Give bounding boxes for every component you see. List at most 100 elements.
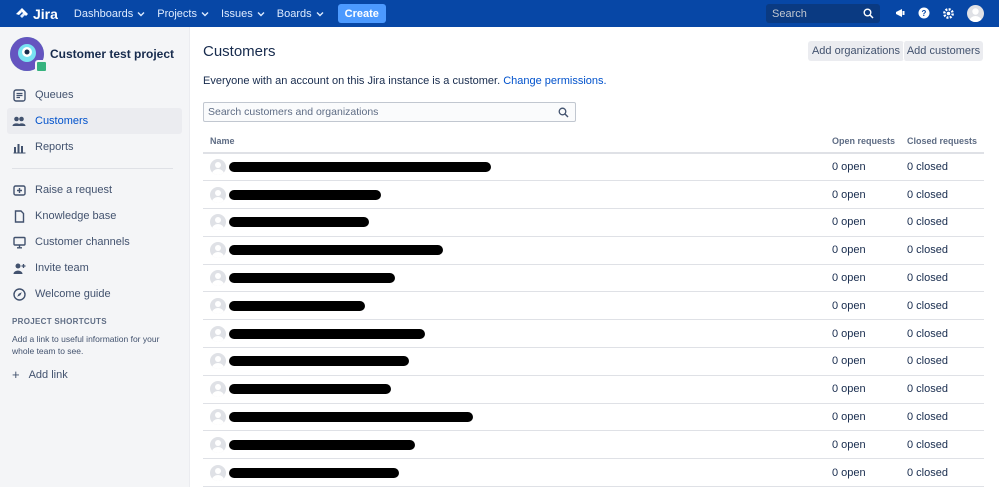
open-requests-cell: 0 open	[825, 403, 900, 432]
customer-avatar-icon	[210, 409, 226, 426]
table-row[interactable]: 0 open 0 closed	[203, 403, 984, 432]
customer-name-cell[interactable]	[203, 430, 825, 460]
settings-icon[interactable]	[941, 6, 955, 20]
create-button[interactable]: Create	[337, 4, 386, 23]
column-header-name[interactable]: Name	[203, 130, 825, 154]
nav-issues[interactable]: Issues	[221, 0, 265, 27]
customer-name-cell[interactable]	[203, 208, 825, 237]
nav-boards[interactable]: Boards	[277, 0, 324, 27]
user-avatar[interactable]	[967, 5, 984, 22]
table-row[interactable]: 0 open 0 closed	[203, 180, 984, 210]
customer-name-cell[interactable]	[203, 347, 825, 376]
customer-name-cell[interactable]	[203, 264, 825, 293]
closed-requests-cell: 0 closed	[900, 180, 984, 210]
customer-name	[210, 381, 825, 398]
table-row[interactable]: 0 open 0 closed	[203, 375, 984, 404]
search-placeholder: Search	[772, 7, 807, 20]
help-icon[interactable]: ?	[917, 6, 931, 20]
nav-label: Issues	[221, 7, 253, 20]
table-row[interactable]: 0 open 0 closed	[203, 347, 984, 376]
closed-requests-cell: 0 closed	[900, 208, 984, 237]
open-requests-cell: 0 open	[825, 458, 900, 487]
closed-requests-cell: 0 closed	[900, 347, 984, 376]
customer-name	[210, 214, 825, 231]
table-row[interactable]: 0 open 0 closed	[203, 236, 984, 265]
megaphone-icon[interactable]	[893, 6, 907, 20]
customer-name-cell[interactable]	[203, 458, 825, 487]
closed-requests-cell: 0 closed	[900, 236, 984, 265]
add-link-button[interactable]: + Add link	[0, 367, 189, 382]
redacted-customer-name	[229, 189, 381, 200]
customer-name-cell[interactable]	[203, 319, 825, 349]
customer-name-cell[interactable]	[203, 236, 825, 265]
closed-requests-cell: 0 closed	[900, 403, 984, 432]
sidebar-item-customers[interactable]: Customers	[7, 108, 182, 134]
table-row[interactable]: 0 open 0 closed	[203, 291, 984, 321]
search-icon	[863, 8, 874, 19]
search-icon	[558, 107, 569, 118]
table-row[interactable]: 0 open 0 closed	[203, 319, 984, 349]
customer-name-cell[interactable]	[203, 403, 825, 432]
sidebar-item-reports[interactable]: Reports	[7, 134, 182, 160]
customer-search-input[interactable]: Search customers and organizations	[203, 102, 576, 122]
plus-icon: +	[12, 367, 20, 382]
chevron-down-icon	[257, 11, 265, 16]
change-permissions-link[interactable]: Change permissions.	[503, 75, 606, 87]
redacted-customer-name	[229, 300, 365, 311]
customers-icon	[12, 114, 26, 128]
sidebar-item-customer-channels[interactable]: Customer channels	[7, 229, 182, 255]
table-row[interactable]: 0 open 0 closed	[203, 458, 984, 487]
customer-name-cell[interactable]	[203, 291, 825, 321]
nav-dashboards[interactable]: Dashboards	[74, 0, 145, 27]
customer-avatar-icon	[210, 436, 226, 453]
compass-icon	[12, 287, 26, 301]
redacted-customer-name	[229, 245, 443, 256]
nav-label: Boards	[276, 7, 312, 20]
sidebar-item-welcome-guide[interactable]: Welcome guide	[7, 281, 182, 307]
add-organizations-button[interactable]: Add organizations	[808, 41, 904, 61]
customer-name-cell[interactable]	[203, 153, 825, 182]
add-customers-button[interactable]: Add customers	[903, 41, 983, 61]
open-requests-cell: 0 open	[825, 291, 900, 321]
customer-name	[210, 436, 825, 453]
customer-name-cell[interactable]	[203, 180, 825, 210]
closed-requests-cell: 0 closed	[900, 375, 984, 404]
nav-projects[interactable]: Projects	[157, 0, 209, 27]
open-requests-cell: 0 open	[825, 236, 900, 265]
project-name: Customer test project	[50, 47, 175, 61]
redacted-customer-name	[229, 356, 409, 367]
redacted-customer-name	[229, 467, 399, 478]
sidebar-item-label: Raise a request	[35, 184, 113, 196]
redacted-customer-name	[229, 439, 415, 450]
table-row[interactable]: 0 open 0 closed	[203, 208, 984, 237]
project-header[interactable]: Customer test project	[0, 27, 189, 81]
sidebar-item-label: Queues	[35, 89, 74, 101]
sidebar-item-queues[interactable]: Queues	[7, 82, 182, 108]
jira-logo[interactable]: Jira	[14, 6, 58, 22]
svg-text:?: ?	[922, 9, 927, 18]
open-requests-cell: 0 open	[825, 180, 900, 210]
global-search-input[interactable]: Search	[766, 4, 880, 23]
closed-requests-cell: 0 closed	[900, 264, 984, 293]
table-row[interactable]: 0 open 0 closed	[203, 430, 984, 460]
search-placeholder: Search customers and organizations	[208, 106, 379, 118]
sidebar-item-knowledge-base[interactable]: Knowledge base	[7, 203, 182, 229]
table-row[interactable]: 0 open 0 closed	[203, 264, 984, 293]
sidebar-item-invite-team[interactable]: Invite team	[7, 255, 182, 281]
sidebar-item-raise-request[interactable]: Raise a request	[7, 177, 182, 203]
open-requests-cell: 0 open	[825, 319, 900, 349]
closed-requests-cell: 0 closed	[900, 458, 984, 487]
customer-avatar-icon	[210, 325, 226, 342]
table-row[interactable]: 0 open 0 closed	[203, 153, 984, 182]
column-header-open-requests[interactable]: Open requests	[825, 130, 900, 154]
customer-name-cell[interactable]	[203, 375, 825, 404]
column-header-closed-requests[interactable]: Closed requests	[900, 130, 984, 154]
nav-label: Projects	[157, 7, 197, 20]
closed-requests-cell: 0 closed	[900, 319, 984, 349]
redacted-customer-name	[229, 162, 491, 173]
table-header-row: Name Open requests Closed requests	[203, 130, 984, 154]
knowledge-base-icon	[12, 209, 26, 223]
customer-avatar-icon	[210, 464, 226, 481]
closed-requests-cell: 0 closed	[900, 291, 984, 321]
customer-name	[210, 297, 825, 314]
